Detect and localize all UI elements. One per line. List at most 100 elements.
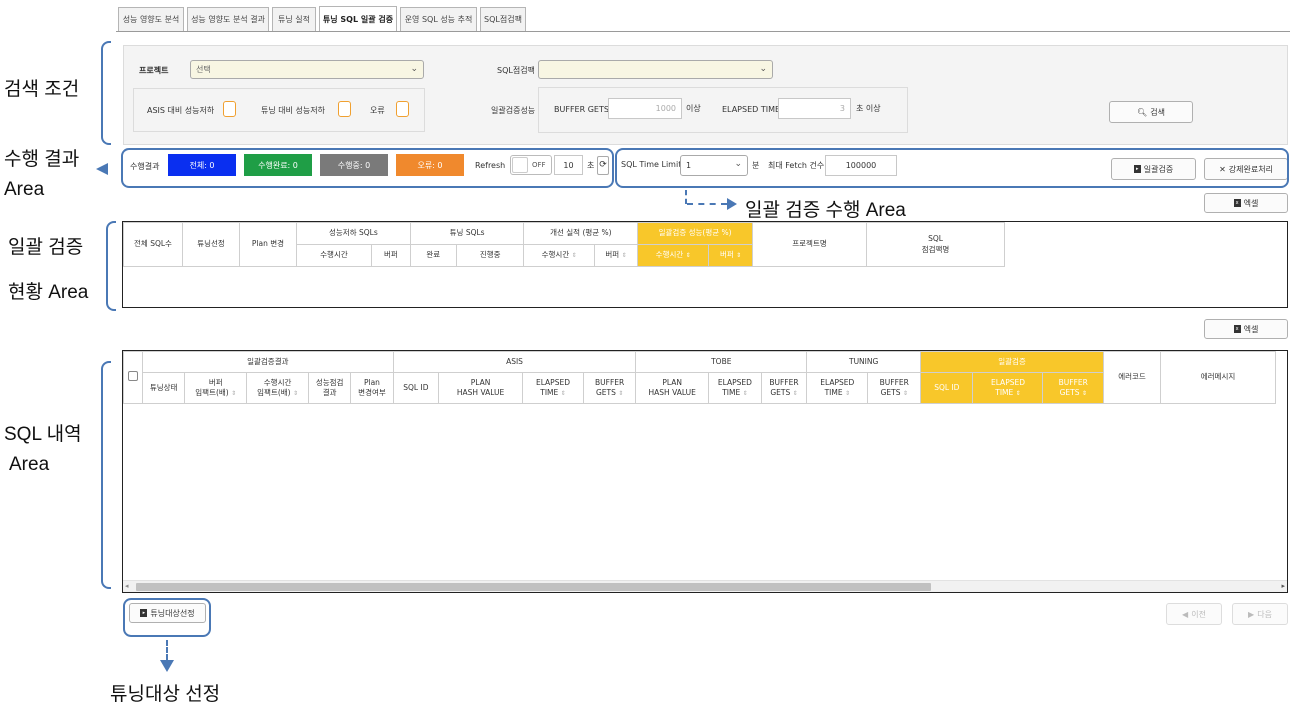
col-tobe-plan-hash-l1: PLAN: [662, 377, 683, 387]
col-asis-buffer-l2: GETS: [595, 388, 616, 397]
col-tobe-elapsed[interactable]: ELAPSED TIME ⇕: [708, 372, 762, 404]
col-degraded-buffer: 버퍼: [370, 244, 411, 267]
col-project-name: 프로젝트명: [752, 222, 867, 267]
tuning-degrade-label: 튜닝 대비 성능저하: [261, 106, 325, 115]
excel-label: 엑셀: [1243, 324, 1259, 334]
col-batch-time[interactable]: 수행시간 ⇕: [637, 244, 710, 267]
next-page-button[interactable]: ▶ 다음: [1232, 603, 1288, 625]
col-error-code: 에러코드: [1103, 351, 1161, 404]
col-tobe-buffer[interactable]: BUFFER GETS ⇕: [760, 372, 808, 404]
col-tuning-progress: 진행중: [455, 244, 525, 267]
sort-icon: ⇕: [621, 252, 627, 260]
tab-sql-pack[interactable]: SQL점검팩: [480, 7, 526, 31]
col-buffer-impact[interactable]: 버퍼 임팩트(배) ⇕: [184, 372, 248, 404]
batch-arrow-line: [687, 203, 727, 205]
tab-impact-result[interactable]: 성능 영향도 분석 결과: [187, 7, 269, 31]
status-area-label-1: 일괄 검증: [8, 237, 84, 258]
col-sql-pack-name-line1: SQL: [928, 234, 943, 244]
scroll-left-icon[interactable]: ◂: [125, 582, 129, 590]
next-icon: ▶: [1248, 609, 1255, 619]
col-batch-perf: 일괄검증 성능(평균 %): [637, 222, 753, 245]
col-tuning-elapsed-l1: ELAPSED: [820, 377, 855, 387]
prev-page-button[interactable]: ◀ 이전: [1166, 603, 1222, 625]
col-tuning-elapsed-l2: TIME: [824, 388, 843, 397]
project-select[interactable]: 선택 ⌄: [190, 60, 424, 79]
tuning-select-callout: [123, 598, 211, 637]
col-batch-elapsed[interactable]: ELAPSED TIME ⇕: [972, 372, 1044, 404]
tuning-degrade-checkbox[interactable]: [338, 101, 351, 117]
grp-batch-result: 일괄검증결과: [142, 351, 394, 373]
col-improve-buffer-label: 버퍼: [605, 250, 620, 260]
excel-button-detail[interactable]: x 엑셀: [1204, 319, 1288, 339]
tab-batch-verify[interactable]: 튜닝 SQL 일괄 검증: [319, 6, 397, 32]
col-asis-plan-hash-l2: HASH VALUE: [456, 388, 505, 397]
col-tobe-plan-hash: PLAN HASH VALUE: [635, 372, 710, 404]
tab-ops-sql-track[interactable]: 운영 SQL 성능 추적: [400, 7, 477, 31]
col-buffer-impact-l2: 임팩트(배): [195, 388, 229, 397]
select-all-checkbox[interactable]: [128, 370, 138, 381]
excel-icon: x: [1233, 325, 1241, 333]
col-batch-buffer[interactable]: 버퍼 ⇕: [708, 244, 753, 267]
tab-impact-analysis[interactable]: 성능 영향도 분석: [118, 7, 184, 31]
status-area-bracket: [106, 221, 116, 311]
sqlpack-select[interactable]: ⌄: [538, 60, 773, 79]
summary-grid-header: 전체 SQL수 튜닝선정 Plan 변경 성능저하 SQLs 튜닝 SQLs 개…: [123, 222, 1005, 267]
sort-icon: ⇕: [231, 390, 237, 397]
col-tobe-buffer-l2: GETS: [770, 388, 791, 397]
scroll-right-icon[interactable]: ▸: [1281, 582, 1285, 590]
col-time-impact[interactable]: 수행시간 임팩트(배) ⇕: [246, 372, 310, 404]
chevron-down-icon: ⌄: [759, 64, 767, 74]
sort-icon: ⇕: [1081, 390, 1087, 397]
tuning-arrow-stem: [166, 640, 168, 660]
sort-icon: ⇕: [844, 390, 850, 397]
elapsed-time-input[interactable]: 3: [778, 98, 851, 119]
col-improve-buffer[interactable]: 버퍼 ⇕: [593, 244, 639, 267]
col-tuning-buffer-l1: BUFFER: [879, 377, 909, 387]
asis-degrade-checkbox[interactable]: [223, 101, 236, 117]
col-asis-elapsed[interactable]: ELAPSED TIME ⇕: [522, 372, 584, 404]
result-area-callout: [121, 148, 614, 188]
tab-tuning-record[interactable]: 튜닝 실적: [272, 7, 316, 31]
buffer-gets-label: BUFFER GETS: [554, 105, 609, 114]
status-area-label-2: 현황 Area: [8, 282, 89, 303]
buffer-gets-input[interactable]: 1000: [608, 98, 682, 119]
sql-detail-grid-header: 일괄검증결과 ASIS TOBE TUNING 일괄검증 에러코드 에러메시지 …: [123, 351, 1276, 404]
col-asis-sql-id: SQL ID: [392, 372, 440, 404]
result-area-label-2: Area: [4, 179, 45, 200]
sqlpack-label: SQL점검팩: [497, 66, 535, 75]
project-label: 프로젝트: [139, 66, 169, 75]
grp-asis: ASIS: [392, 351, 637, 373]
scrollbar-thumb[interactable]: [136, 583, 931, 591]
horizontal-scrollbar[interactable]: ◂ ▸: [123, 580, 1287, 592]
col-asis-plan-hash: PLAN HASH VALUE: [438, 372, 524, 404]
batch-perf-label: 일괄검증성능: [491, 106, 536, 115]
col-asis-plan-hash-l1: PLAN: [470, 377, 491, 387]
col-perf-check-l2: 결과: [322, 388, 337, 397]
col-tuning-status: 튜닝상태: [141, 372, 186, 404]
error-checkbox[interactable]: [396, 101, 409, 117]
search-button[interactable]: 🔍︎ 검색: [1109, 101, 1193, 123]
col-batch-buffer-gets-l1: BUFFER: [1058, 377, 1088, 387]
arrow-left-icon: [96, 163, 108, 175]
col-improve-time[interactable]: 수행시간 ⇕: [523, 244, 595, 267]
sort-icon: ⇕: [736, 252, 742, 260]
col-asis-buffer-l1: BUFFER: [595, 377, 625, 387]
col-asis-buffer[interactable]: BUFFER GETS ⇕: [582, 372, 637, 404]
excel-button-summary[interactable]: x 엑셀: [1204, 193, 1288, 213]
col-batch-buffer-label: 버퍼: [719, 250, 734, 260]
col-batch-buffer-gets[interactable]: BUFFER GETS ⇕: [1042, 372, 1104, 404]
col-tobe-elapsed-l2: TIME: [722, 388, 741, 397]
col-tuning-elapsed[interactable]: ELAPSED TIME ⇕: [806, 372, 869, 404]
col-tuning-buffer[interactable]: BUFFER GETS ⇕: [867, 372, 922, 404]
arrow-down-icon: [160, 660, 174, 672]
result-area-label-1: 수행 결과: [4, 149, 80, 170]
col-batch-buffer-gets-l2: GETS: [1059, 388, 1080, 397]
sql-area-bracket: [101, 361, 111, 589]
col-tuning-sqls: 튜닝 SQLs: [409, 222, 525, 245]
grp-tobe: TOBE: [635, 351, 808, 373]
col-asis-elapsed-l1: ELAPSED: [535, 377, 570, 387]
col-tuning-selected: 튜닝선정: [182, 222, 240, 267]
col-batch-elapsed-l1: ELAPSED: [990, 377, 1025, 387]
sort-icon: ⇕: [685, 252, 691, 260]
col-perf-check: 성능점검 결과: [308, 372, 352, 404]
